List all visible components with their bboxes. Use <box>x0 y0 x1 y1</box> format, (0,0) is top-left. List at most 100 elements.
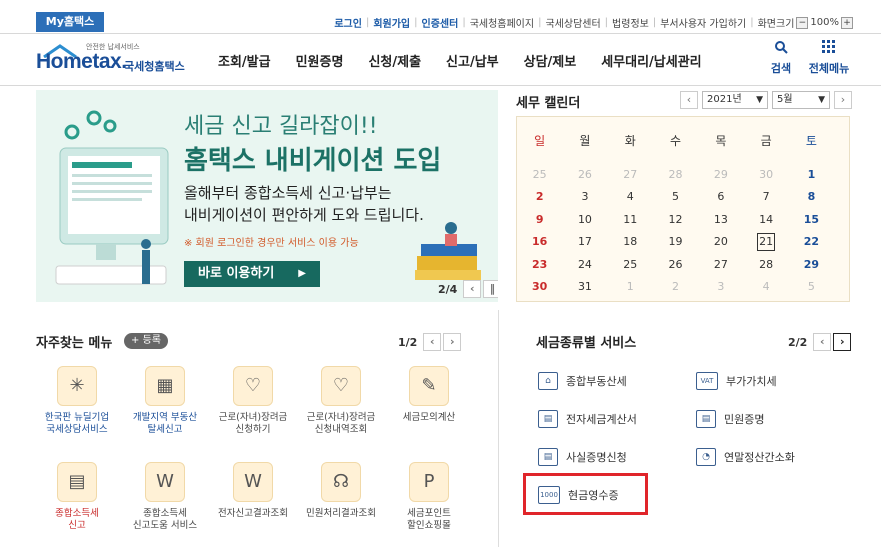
favorite-menu-item[interactable]: W 전자신고결과조회 <box>208 462 298 520</box>
calendar-day[interactable]: 25 <box>517 168 562 181</box>
zoom-out-button[interactable]: − <box>796 16 809 29</box>
calendar-day[interactable]: 30 <box>517 280 562 293</box>
promo-banner[interactable]: 세금 신고 길라잡이!! 홈택스 내비게이션 도입 올해부터 종합소득세 신고·… <box>36 90 498 302</box>
calendar-day[interactable]: 14 <box>743 213 788 226</box>
favorite-menu-item[interactable]: P 세금포인트 할인쇼핑몰 <box>384 462 474 532</box>
tax-service-label: 민원증명 <box>724 413 765 426</box>
nav-report-pay[interactable]: 신고/납부 <box>446 51 499 70</box>
my-hometax-button[interactable]: My홈택스 <box>36 12 104 32</box>
calendar-day[interactable]: 10 <box>562 213 607 226</box>
nav-agent-management[interactable]: 세무대리/납세관리 <box>601 51 701 70</box>
favorite-menu-item[interactable]: ♡ 근로(자녀)장려금 신청하기 <box>208 366 298 436</box>
calendar-day[interactable]: 26 <box>653 258 698 271</box>
calendar-day[interactable]: 22 <box>789 235 834 248</box>
favorites-prev-button[interactable]: ‹ <box>423 333 442 351</box>
banner-prev-button[interactable]: ‹ <box>463 280 482 298</box>
year-select[interactable]: 2021년 ▼ <box>702 91 768 109</box>
calendar-day[interactable]: 7 <box>743 190 788 203</box>
calendar-day-number: 26 <box>668 257 683 271</box>
calendar-day[interactable]: 4 <box>743 280 788 293</box>
favorite-menu-item[interactable]: ▦ 개발지역 부동산 탈세신고 <box>120 366 210 436</box>
calendar-day[interactable]: 27 <box>698 258 743 271</box>
calendar-day[interactable]: 2 <box>517 190 562 203</box>
year-select-value: 2021년 <box>707 94 742 105</box>
calendar-day-number: 1 <box>626 280 634 294</box>
calendar-day[interactable]: 30 <box>743 168 788 181</box>
calendar-day[interactable]: 6 <box>698 190 743 203</box>
calendar-day[interactable]: 21 <box>743 232 788 251</box>
calendar-day[interactable]: 28 <box>653 168 698 181</box>
zoom-in-button[interactable]: + <box>841 16 853 29</box>
search-button[interactable]: 검색 <box>757 40 805 76</box>
consult-center-link[interactable]: 국세상담센터 <box>545 15 600 30</box>
nav-certificates[interactable]: 민원증명 <box>296 51 344 70</box>
calendar-day[interactable]: 11 <box>608 213 653 226</box>
calendar-day[interactable]: 19 <box>653 235 698 248</box>
favorite-menu-item[interactable]: ♡ 근로(자녀)장려금 신청내역조회 <box>296 366 386 436</box>
calendar-week: 16 17 18 19 20 21 22 <box>517 231 849 254</box>
cert-center-link[interactable]: 인증센터 <box>422 15 459 30</box>
tax-service-item[interactable]: ▤ 사실증명신청 <box>538 448 627 466</box>
all-menu-button[interactable]: 전체메뉴 <box>805 40 853 76</box>
use-now-button[interactable]: 바로 이용하기 ▶ <box>184 261 320 287</box>
calendar-day[interactable]: 27 <box>608 168 653 181</box>
favorite-menu-item[interactable]: ☊ 민원처리결과조회 <box>296 462 386 520</box>
tax-next-button[interactable]: › <box>833 333 852 351</box>
banner-pause-button[interactable]: ‖ <box>483 280 498 298</box>
calendar-day[interactable]: 9 <box>517 213 562 226</box>
nav-apply-submit[interactable]: 신청/제출 <box>368 51 421 70</box>
calendar-day[interactable]: 5 <box>653 190 698 203</box>
signup-link[interactable]: 회원가입 <box>373 15 410 30</box>
calendar-day[interactable]: 23 <box>517 258 562 271</box>
calendar-day[interactable]: 15 <box>789 213 834 226</box>
calendar-day[interactable]: 24 <box>562 258 607 271</box>
calendar-day[interactable]: 8 <box>789 190 834 203</box>
calendar-day[interactable]: 18 <box>608 235 653 248</box>
calendar-day[interactable]: 31 <box>562 280 607 293</box>
nts-homepage-link[interactable]: 국세청홈페이지 <box>470 15 534 30</box>
nav-consult-report[interactable]: 상담/제보 <box>524 51 577 70</box>
tax-service-item[interactable]: ▤ 민원증명 <box>696 410 764 428</box>
favorite-menu-item[interactable]: ✎ 세금모의계산 <box>384 366 474 424</box>
calendar-day[interactable]: 29 <box>698 168 743 181</box>
calendar-day-number: 2 <box>672 280 680 294</box>
favorite-label: 민원처리결과조회 <box>306 508 376 519</box>
hometax-logo[interactable]: 안전한 납세서비스 Hometax. 국세청홈택스 <box>36 42 196 78</box>
calendar-day[interactable]: 29 <box>789 258 834 271</box>
law-info-link[interactable]: 법령정보 <box>612 15 649 30</box>
favorite-menu-item[interactable]: ▤ 종합소득세 신고 <box>32 462 122 532</box>
favorite-menu-item[interactable]: ✳ 한국판 뉴딜기업 국세상담서비스 <box>32 366 122 436</box>
tax-service-item[interactable]: ◔ 연말정산간소화 <box>696 448 795 466</box>
calendar-day[interactable]: 25 <box>608 258 653 271</box>
calendar-day[interactable]: 4 <box>608 190 653 203</box>
calendar-day[interactable]: 28 <box>743 258 788 271</box>
tax-service-label: 종합부동산세 <box>566 375 627 388</box>
main-header: 안전한 납세서비스 Hometax. 국세청홈택스 조회/발급 민원증명 신청/… <box>0 34 881 86</box>
calendar-next-button[interactable]: › <box>834 91 852 109</box>
calendar-day[interactable]: 13 <box>698 213 743 226</box>
favorites-title: 자주찾는 메뉴 <box>36 336 113 351</box>
calendar-day[interactable]: 26 <box>562 168 607 181</box>
favorite-menu-item[interactable]: W 종합소득세 신고도움 서비스 <box>120 462 210 532</box>
calendar-day[interactable]: 5 <box>789 280 834 293</box>
month-select[interactable]: 5월 ▼ <box>772 91 830 109</box>
calendar-day[interactable]: 17 <box>562 235 607 248</box>
tax-service-item[interactable]: ⌂ 종합부동산세 <box>538 372 627 390</box>
login-link[interactable]: 로그인 <box>334 15 362 30</box>
calendar-day[interactable]: 2 <box>653 280 698 293</box>
favorites-next-button[interactable]: › <box>443 333 462 351</box>
nav-inquiry[interactable]: 조회/발급 <box>218 51 271 70</box>
register-favorite-button[interactable]: + 등록 <box>124 333 168 349</box>
calendar-day[interactable]: 12 <box>653 213 698 226</box>
calendar-day[interactable]: 1 <box>608 280 653 293</box>
calendar-prev-button[interactable]: ‹ <box>680 91 698 109</box>
calendar-day[interactable]: 3 <box>562 190 607 203</box>
calendar-day[interactable]: 3 <box>698 280 743 293</box>
tax-service-item[interactable]: ▤ 전자세금계산서 <box>538 410 637 428</box>
calendar-day[interactable]: 16 <box>517 235 562 248</box>
calendar-day[interactable]: 20 <box>698 235 743 248</box>
tax-service-item[interactable]: VAT 부가가치세 <box>696 372 777 390</box>
tax-prev-button[interactable]: ‹ <box>813 333 832 351</box>
dept-user-signup-link[interactable]: 부서사용자 가입하기 <box>660 15 746 30</box>
calendar-day[interactable]: 1 <box>789 168 834 181</box>
